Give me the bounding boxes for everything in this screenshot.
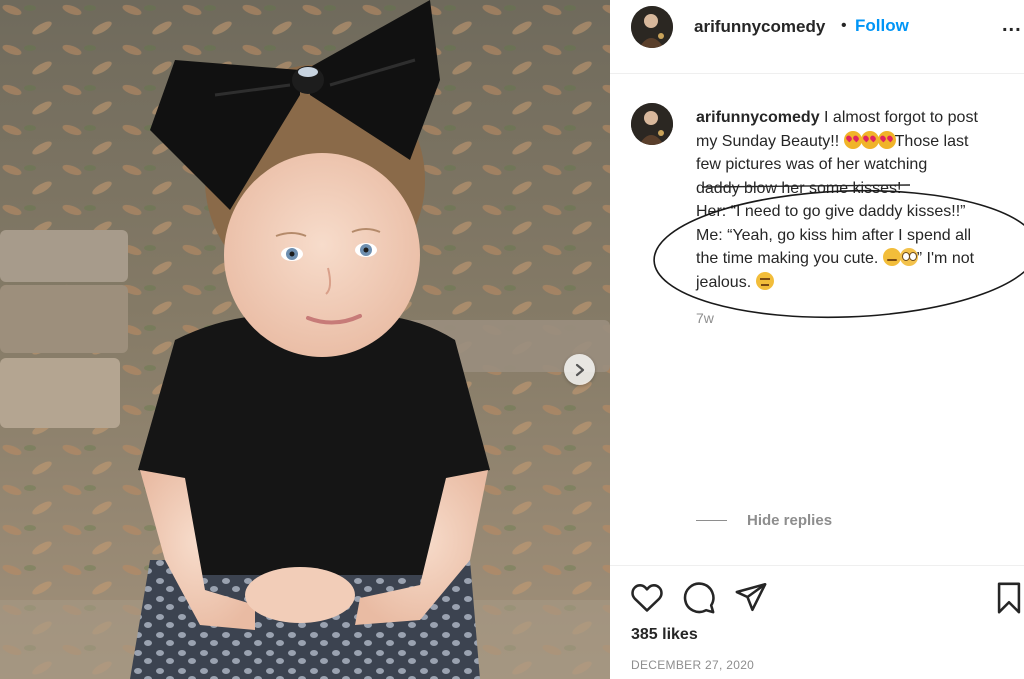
caption-username-link[interactable]: arifunnycomedy (696, 109, 820, 126)
profile-picture (631, 6, 673, 48)
hide-replies-label: Hide replies (747, 512, 833, 529)
post-photo[interactable] (0, 0, 610, 679)
header-username-link[interactable]: arifunnycomedy (694, 17, 825, 37)
divider-line (696, 520, 727, 521)
next-photo-button[interactable] (564, 354, 595, 385)
comment-timestamp[interactable]: 7w (696, 310, 714, 326)
relieved-emoji-icon (755, 271, 774, 290)
follow-button[interactable]: Follow (855, 16, 909, 36)
caption-line-7b: ” I'm not (916, 250, 975, 267)
like-heart-icon[interactable] (630, 581, 664, 613)
more-options-icon[interactable]: ... (1002, 14, 1022, 37)
post-date[interactable]: DECEMBER 27, 2020 (631, 658, 754, 672)
caption-avatar[interactable] (631, 103, 673, 145)
flushed-emoji-icon (899, 248, 918, 266)
comment-bubble-icon[interactable] (682, 581, 716, 615)
caption-line-5: Her: “I need to go give daddy kisses!!” (696, 203, 966, 220)
bookmark-save-icon[interactable] (994, 581, 1024, 615)
heart-eyes-emoji-icon (877, 130, 896, 149)
share-send-icon[interactable] (734, 581, 768, 613)
caption-line-3: few pictures was of her watching (696, 156, 928, 173)
chevron-right-icon (575, 363, 584, 376)
profile-picture (631, 103, 673, 145)
separator-dot: • (841, 17, 847, 34)
avatar[interactable] (631, 6, 673, 48)
caption-line-1: I almost forgot to post (819, 109, 978, 126)
likes-count[interactable]: 385 likes (631, 626, 698, 644)
heart-eyes-emoji-icon (860, 130, 879, 149)
post-side-panel: arifunnycomedy • Follow ... arifunnycome… (610, 0, 1024, 679)
caption-line-7a: the time making you cute. (696, 250, 883, 267)
caption-line-4: daddy blow her some kisses! (696, 179, 902, 197)
caption-line-6: Me: “Yeah, go kiss him after I spend all (696, 226, 972, 244)
post-actions-bar: 385 likes DECEMBER 27, 2020 (610, 565, 1024, 679)
post-header: arifunnycomedy • Follow ... (610, 0, 1024, 74)
caption-line-2a: my Sunday Beauty!! (696, 132, 844, 150)
heart-eyes-emoji-icon (843, 130, 862, 149)
caption-line-8: jealous. (696, 273, 756, 291)
post-image (0, 0, 610, 679)
hide-replies-button[interactable]: Hide replies (696, 512, 832, 529)
caption-text: arifunnycomedy I almost forgot to post m… (696, 106, 1024, 294)
unamused-emoji-icon (882, 248, 901, 266)
caption-line-2b: Those last (894, 132, 969, 150)
